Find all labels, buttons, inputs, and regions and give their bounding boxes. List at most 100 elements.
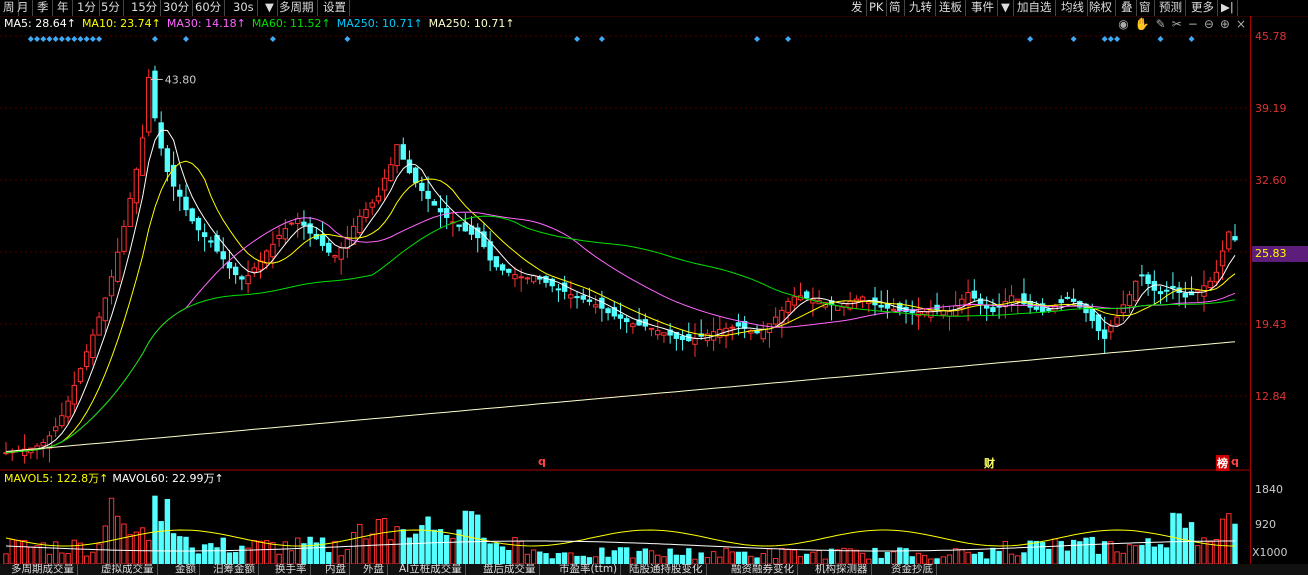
indicator-tab[interactable]: 盘后成交量 xyxy=(480,564,540,575)
volume-bar xyxy=(350,531,357,564)
indicator-tab[interactable]: 融资融券变化 xyxy=(728,564,798,575)
price-axis: 45.78 39.19 32.60 25.83 19.43 12.84 xyxy=(1250,16,1308,470)
volume-bar xyxy=(580,555,586,564)
candle-body xyxy=(1195,289,1201,293)
candle-body xyxy=(220,251,226,260)
tool-tab-6[interactable]: ▼ xyxy=(998,0,1014,16)
period-tab-12[interactable]: 设置 xyxy=(320,0,350,16)
marker-q[interactable]: q xyxy=(538,455,546,468)
volume-bar xyxy=(158,521,164,564)
volume-bar xyxy=(1157,544,1164,564)
tool-tab-8[interactable]: 均线 xyxy=(1058,0,1088,16)
candle-body xyxy=(152,70,158,119)
volume-bar xyxy=(1052,538,1058,564)
candle-body xyxy=(679,335,686,341)
volume-bar xyxy=(444,534,450,564)
volume-bar xyxy=(1188,522,1195,564)
volume-bar xyxy=(276,553,282,564)
tool-tab-5[interactable]: 事件 xyxy=(968,0,998,16)
period-tab-11[interactable]: 多周期 xyxy=(276,0,318,16)
candle-body xyxy=(692,337,698,345)
marker-list[interactable]: 榜 xyxy=(1216,455,1229,471)
signal-diamond xyxy=(27,36,34,42)
candle-body xyxy=(437,208,444,213)
tool-tab-4[interactable]: 连板 xyxy=(936,0,966,16)
indicator-tab[interactable]: AI立桩成交量 xyxy=(396,564,466,575)
candle-body xyxy=(400,144,406,160)
volume-bar xyxy=(59,552,65,564)
signal-diamond xyxy=(785,36,792,42)
tool-tab-0[interactable]: 发 xyxy=(848,0,867,16)
signal-diamond xyxy=(58,36,65,42)
indicator-tab[interactable]: 金额 xyxy=(172,564,200,575)
indicator-tab[interactable]: 多周期成交量 xyxy=(8,564,78,575)
volume-bar xyxy=(201,544,208,564)
indicator-tab[interactable]: 资金抄底 xyxy=(888,564,937,575)
volume-bar xyxy=(102,525,109,564)
vol-legend-item: MAVOL60: 22.99万↑ xyxy=(112,472,224,485)
volume-bar xyxy=(723,547,729,564)
indicator-tab[interactable]: 换手率 xyxy=(272,564,311,575)
volume-bar xyxy=(65,553,71,564)
period-tab-5[interactable]: 5分 xyxy=(98,0,124,16)
ma5-line xyxy=(5,129,1236,454)
marker-report[interactable]: 财 xyxy=(984,455,995,471)
candle-body xyxy=(40,442,46,447)
indicator-tab[interactable]: 汨筹金额 xyxy=(210,564,259,575)
tool-tab-10[interactable]: 叠 xyxy=(1118,0,1137,16)
volume-bar xyxy=(1195,545,1201,564)
volume-bar xyxy=(108,497,115,564)
candle-body xyxy=(1207,280,1213,289)
signal-diamond xyxy=(183,36,190,42)
volume-bar xyxy=(15,539,22,564)
candle-body xyxy=(648,327,655,330)
candle-body xyxy=(90,334,96,359)
volume-bar xyxy=(946,554,953,564)
tool-tab-1[interactable]: PK xyxy=(866,0,888,16)
tool-tab-13[interactable]: 更多 xyxy=(1188,0,1218,16)
tool-tab-12[interactable]: 预测 xyxy=(1156,0,1186,16)
volume-bar xyxy=(766,548,773,564)
candle-body xyxy=(1058,299,1064,304)
volume-bar xyxy=(921,554,928,564)
period-tab-4[interactable]: 1分 xyxy=(74,0,100,16)
tool-tab-2[interactable]: 简 xyxy=(886,0,905,16)
candle-body xyxy=(1114,316,1120,325)
volume-bar xyxy=(46,553,53,564)
indicator-tab[interactable]: 市盈率(ttm) xyxy=(556,564,622,575)
period-tab-1[interactable]: 月 xyxy=(14,0,33,16)
indicator-tab[interactable]: 机构探测器 xyxy=(812,564,872,575)
indicator-tab[interactable]: 内盘 xyxy=(322,564,350,575)
volume-bar xyxy=(1120,552,1126,564)
candle-body xyxy=(270,243,276,258)
period-tab-9[interactable]: 30s xyxy=(230,0,258,16)
indicator-tab[interactable]: 外盘 xyxy=(360,564,388,575)
marker-q-latest[interactable]: q xyxy=(1231,455,1239,468)
price-tick: 39.19 xyxy=(1255,102,1287,115)
volume-bar xyxy=(1095,553,1102,564)
period-tab-2[interactable]: 季 xyxy=(34,0,53,16)
volume-bar xyxy=(617,547,624,564)
candle-body xyxy=(332,255,338,258)
candle-body xyxy=(524,277,531,280)
price-tick: 32.60 xyxy=(1255,174,1287,187)
indicator-tab[interactable]: 陆股通持股变化 xyxy=(626,564,707,575)
tool-tab-14[interactable]: ▶| xyxy=(1218,0,1238,16)
volume-bar xyxy=(735,551,742,564)
tool-tab-11[interactable]: 窗 xyxy=(1136,0,1155,16)
tool-tab-7[interactable]: 加自选 xyxy=(1014,0,1056,16)
tool-tab-3[interactable]: 九转 xyxy=(906,0,936,16)
period-tab-8[interactable]: 60分 xyxy=(192,0,226,16)
peak-label: 43.80 xyxy=(165,73,197,86)
tool-tab-9[interactable]: 除权 xyxy=(1086,0,1116,16)
period-tab-7[interactable]: 30分 xyxy=(160,0,194,16)
candle-body xyxy=(388,164,394,182)
indicator-tab[interactable]: 虚拟成交量 xyxy=(98,564,158,575)
volume-bar xyxy=(363,538,369,564)
candle-body xyxy=(208,240,214,243)
period-tab-3[interactable]: 年 xyxy=(54,0,73,16)
period-tab-6[interactable]: 15分 xyxy=(128,0,162,16)
indicator-tabs: 多周期成交量 虚拟成交量 金额 汨筹金额 换手率 内盘 外盘 AI立桩成交量 盘后成交量 市盈率(… xyxy=(0,564,1308,575)
volume-bar xyxy=(1108,541,1114,564)
candle-body xyxy=(232,266,239,276)
